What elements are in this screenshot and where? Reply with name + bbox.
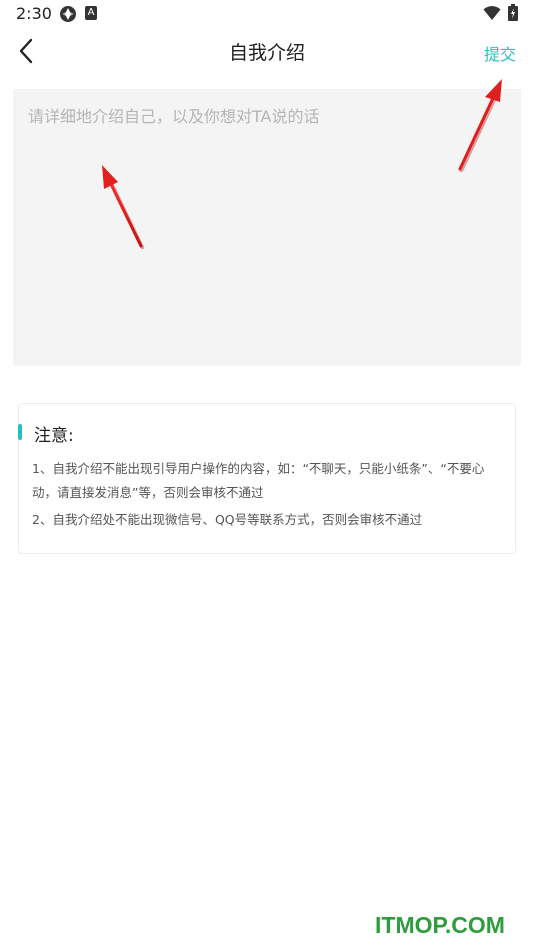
self-intro-input[interactable] (13, 89, 521, 366)
notice-item: 1、自我介绍不能出现引导用户操作的内容，如：“不聊天，只能小纸条”、“不要心动，… (32, 461, 485, 500)
status-bar: 2:30 A (0, 0, 534, 28)
notice-accent-bar (18, 424, 22, 440)
app-icon (60, 6, 76, 22)
status-time: 2:30 (16, 4, 52, 23)
header: 自我介绍 提交 (0, 28, 534, 74)
submit-button[interactable]: 提交 (484, 41, 516, 65)
page-title: 自我介绍 (228, 42, 305, 64)
notice-title: 注意: (34, 426, 74, 446)
screen: 2:30 A 自我介绍 提交 注意: 1、自我介绍不能出现引导用户操作的内容，如 (0, 0, 534, 950)
accessibility-icon-letter: A (87, 7, 95, 18)
notice-item: 2、自我介绍处不能出现微信号、QQ号等联系方式，否则会审核不通过 (32, 512, 423, 527)
watermark: ITMOP.COM (375, 912, 505, 938)
accessibility-icon: A (85, 6, 97, 20)
battery-icon (508, 4, 518, 21)
notice-card: 注意: 1、自我介绍不能出现引导用户操作的内容，如：“不聊天，只能小纸条”、“不… (18, 403, 516, 554)
wifi-icon (483, 6, 501, 20)
